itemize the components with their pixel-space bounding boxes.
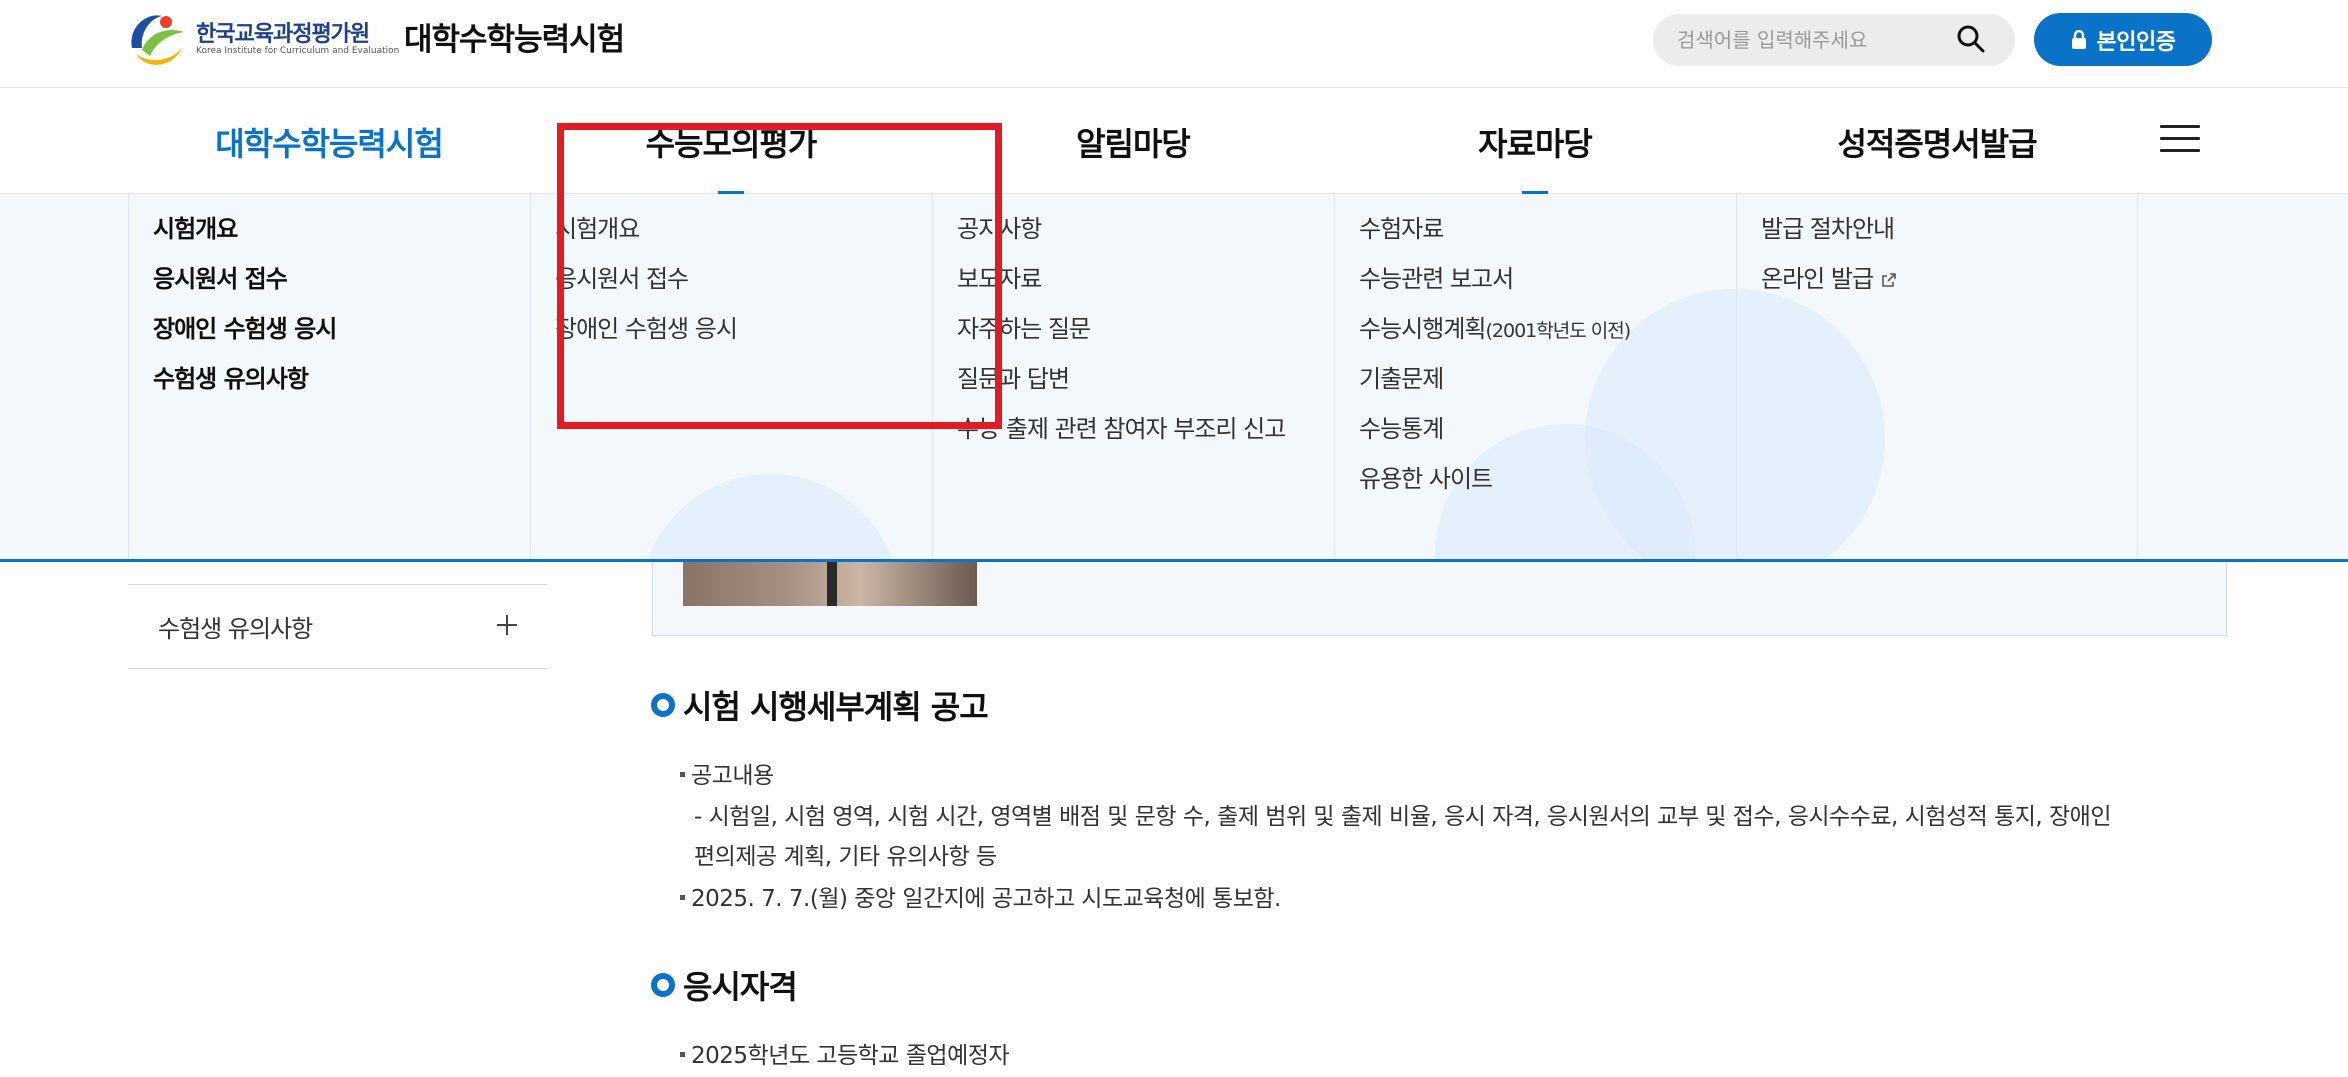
bullet-text: 공고내용 bbox=[691, 763, 774, 789]
kice-logo[interactable]: 한국교육과정평가원 Korea Institute for Curriculum… bbox=[126, 8, 399, 70]
bullet-notice-date: 2025. 7. 7.(월) 중앙 일간지에 공고하고 시도교육청에 통보함. bbox=[680, 879, 1281, 913]
bullet-text: 2025. 7. 7.(월) 중앙 일간지에 공고하고 시도교육청에 통보함. bbox=[691, 886, 1281, 912]
gnb-item-csat[interactable]: 대학수학능력시험 bbox=[128, 89, 530, 194]
mega-link-application[interactable]: 응시원서 접수 bbox=[153, 264, 530, 314]
gnb-item-certificate[interactable]: 성적증명서발급 bbox=[1736, 89, 2138, 194]
section-title-plan: 시험 시행세부계획 공고 bbox=[651, 682, 989, 728]
mega-col-resources: 수험자료 수능관련 보고서 수능시행계획(2001학년도 이전) 기출문제 수능… bbox=[1334, 194, 1736, 559]
section-bullet-icon bbox=[651, 973, 675, 997]
mega-link-useful-sites[interactable]: 유용한 사이트 bbox=[1359, 464, 1736, 514]
mega-link-online-issuance[interactable]: 온라인 발급 bbox=[1761, 264, 2137, 314]
highlight-box bbox=[557, 123, 1002, 429]
search-icon bbox=[1957, 25, 1985, 52]
mega-link-announcements[interactable]: 공지사항 bbox=[957, 214, 1334, 264]
mega-dropdown-menu: 시험개요 응시원서 접수 장애인 수험생 응시 수험생 유의사항 시험개요 응시… bbox=[0, 194, 2348, 562]
notice-detail-line2: 편의제공 계획, 기타 유의사항 등 bbox=[694, 844, 997, 870]
kice-logo-mark bbox=[131, 15, 184, 65]
mega-link-admin-plan-label: 수능시행계획 bbox=[1359, 315, 1486, 343]
intro-photo bbox=[683, 562, 977, 606]
mega-link-admin-plan[interactable]: 수능시행계획(2001학년도 이전) bbox=[1359, 314, 1736, 364]
identity-verification-label: 본인인증 bbox=[2096, 29, 2176, 55]
bullet-notice-content: 공고내용 bbox=[680, 756, 774, 790]
lock-icon bbox=[2071, 29, 2086, 49]
mega-link-precautions[interactable]: 수험생 유의사항 bbox=[153, 364, 530, 414]
sidebar-item-label: 수험생 유의사항 bbox=[158, 615, 313, 643]
identity-verification-button[interactable]: 본인인증 bbox=[2034, 13, 2212, 66]
section-title-eligibility: 응시자격 bbox=[651, 962, 798, 1008]
expand-plus-icon bbox=[497, 615, 517, 635]
notice-detail-line1: - 시험일, 시험 영역, 시험 시간, 영역별 배점 및 문항 수, 출제 범… bbox=[694, 804, 2112, 830]
mega-col-certificate: 발급 절차안내 온라인 발급 bbox=[1736, 194, 2138, 559]
site-title[interactable]: 대학수학능력시험 bbox=[404, 14, 625, 59]
mega-link-admin-plan-note: (2001학년도 이전) bbox=[1485, 320, 1631, 342]
mega-link-statistics[interactable]: 수능통계 bbox=[1359, 414, 1736, 464]
mega-link-qna[interactable]: 질문과 답변 bbox=[957, 364, 1334, 414]
gnb-item-label: 성적증명서발급 bbox=[1837, 124, 2037, 163]
mega-link-overview[interactable]: 시험개요 bbox=[153, 214, 530, 264]
section-title-text: 응시자격 bbox=[683, 968, 798, 1006]
section-title-text: 시험 시행세부계획 공고 bbox=[683, 688, 989, 726]
mega-link-reports[interactable]: 수능관련 보고서 bbox=[1359, 264, 1736, 314]
mega-link-disabled-applicant[interactable]: 장애인 수험생 응시 bbox=[153, 314, 530, 364]
search-input[interactable] bbox=[1677, 14, 1947, 66]
mega-link-faq[interactable]: 자주하는 질문 bbox=[957, 314, 1334, 364]
mega-link-misconduct-report[interactable]: 수능 출제 관련 참여자 부조리 신고 bbox=[957, 414, 1334, 464]
top-header: 한국교육과정평가원 Korea Institute for Curriculum… bbox=[0, 0, 2348, 88]
mega-link-exam-materials[interactable]: 수험자료 bbox=[1359, 214, 1736, 264]
search-button[interactable] bbox=[1951, 22, 1991, 58]
mega-link-online-issuance-label: 온라인 발급 bbox=[1761, 265, 1874, 293]
bullet-text: 2025학년도 고등학교 졸업예정자 bbox=[691, 1043, 1010, 1069]
mega-link-press-releases[interactable]: 보도자료 bbox=[957, 264, 1334, 314]
search-box bbox=[1653, 14, 2015, 66]
gnb-item-resources[interactable]: 자료마당 bbox=[1334, 89, 1736, 196]
logo-english-name: Korea Institute for Curriculum and Evalu… bbox=[196, 46, 400, 56]
gnb-item-label: 자료마당 bbox=[1478, 124, 1593, 163]
sidebar-item-precautions[interactable]: 수험생 유의사항 bbox=[128, 584, 547, 669]
gnb-item-label: 알림마당 bbox=[1076, 124, 1191, 163]
section-bullet-icon bbox=[651, 693, 675, 717]
bullet-eligibility: 2025학년도 고등학교 졸업예정자 bbox=[680, 1036, 1010, 1070]
logo-korean-name: 한국교육과정평가원 bbox=[196, 22, 370, 47]
mega-col-csat: 시험개요 응시원서 접수 장애인 수험생 응시 수험생 유의사항 bbox=[128, 194, 530, 559]
mega-link-issuance-guide[interactable]: 발급 절차안내 bbox=[1761, 214, 2137, 264]
external-link-icon bbox=[1882, 273, 1896, 287]
mega-link-past-questions[interactable]: 기출문제 bbox=[1359, 364, 1736, 414]
intro-box bbox=[652, 562, 2227, 636]
main-navigation: 대학수학능력시험 수능모의평가 알림마당 자료마당 성적증명서발급 bbox=[0, 89, 2348, 196]
gnb-item-label: 대학수학능력시험 bbox=[215, 124, 444, 163]
hamburger-menu-icon[interactable] bbox=[2160, 125, 2200, 157]
